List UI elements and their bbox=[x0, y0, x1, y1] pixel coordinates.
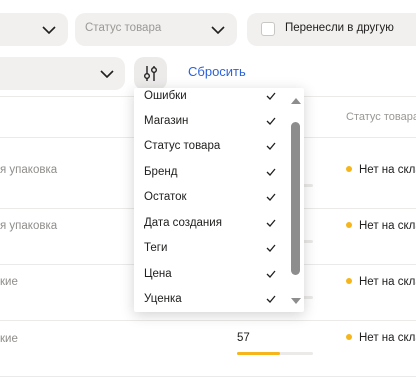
check-icon bbox=[266, 168, 276, 176]
status-dot-icon bbox=[346, 278, 352, 284]
column-settings-button[interactable] bbox=[134, 57, 167, 90]
check-icon bbox=[266, 92, 276, 100]
row-type-cell: кие bbox=[0, 333, 18, 345]
check-icon bbox=[266, 117, 276, 125]
menu-item-label: Остаток bbox=[144, 191, 187, 203]
menu-item-tags[interactable]: Теги bbox=[134, 236, 284, 261]
status-dot-icon bbox=[346, 222, 352, 228]
sliders-icon bbox=[144, 66, 157, 81]
reset-filters-link[interactable]: Сбросить bbox=[188, 64, 246, 79]
check-icon bbox=[266, 295, 276, 303]
arrow-up-icon[interactable] bbox=[291, 98, 301, 104]
menu-item-shop[interactable]: Магазин bbox=[134, 109, 284, 134]
row-type-cell: я упаковка bbox=[0, 164, 58, 176]
row-divider bbox=[0, 320, 416, 321]
status-badge: Нет на скла bbox=[346, 164, 416, 176]
menu-item-stock[interactable]: Остаток bbox=[134, 185, 284, 210]
chevron-down-icon bbox=[211, 26, 225, 34]
menu-item-label: Статус товара bbox=[144, 140, 221, 152]
status-filter-placeholder: Статус товара bbox=[85, 22, 162, 34]
check-icon bbox=[266, 142, 276, 150]
menu-item-label: Дата создания bbox=[144, 217, 222, 229]
status-badge: Нет на скла bbox=[346, 220, 416, 232]
stock-bar-fill bbox=[237, 352, 280, 355]
menu-item-brand[interactable]: Бренд bbox=[134, 160, 284, 185]
row-type-cell: я упаковка bbox=[0, 220, 58, 232]
status-filter-select[interactable]: Статус товара bbox=[75, 13, 237, 46]
row-type-cell: кие bbox=[0, 276, 18, 288]
status-column-header: Статус товара bbox=[346, 111, 416, 123]
arrow-down-icon[interactable] bbox=[291, 298, 301, 304]
menu-item-label: Ошибки bbox=[144, 90, 187, 102]
status-dot-icon bbox=[346, 166, 352, 172]
menu-item-label: Теги bbox=[144, 242, 168, 254]
menu-item-product-status[interactable]: Статус товара bbox=[134, 134, 284, 159]
chevron-down-icon bbox=[42, 26, 56, 34]
moved-checkbox[interactable] bbox=[261, 22, 275, 36]
stock-value: 57 bbox=[237, 332, 250, 344]
scrollbar-thumb[interactable] bbox=[291, 122, 300, 275]
menu-item-markdown[interactable]: Уценка bbox=[134, 287, 284, 312]
menu-item-label: Магазин bbox=[144, 115, 189, 127]
menu-item-price[interactable]: Цена bbox=[134, 262, 284, 287]
check-icon bbox=[266, 193, 276, 201]
chevron-down-icon bbox=[100, 70, 114, 78]
menu-item-label: Цена bbox=[144, 268, 172, 280]
filter-select-wide[interactable] bbox=[0, 57, 125, 90]
column-settings-menu[interactable]: Ошибки Магазин Статус товара Бренд Остат… bbox=[134, 88, 304, 312]
menu-scrollbar[interactable] bbox=[288, 88, 304, 312]
status-dot-icon bbox=[346, 334, 352, 340]
row-divider bbox=[0, 376, 416, 377]
menu-item-errors[interactable]: Ошибки bbox=[134, 88, 284, 109]
check-icon bbox=[266, 244, 276, 252]
menu-item-label: Уценка bbox=[144, 293, 182, 305]
moved-checkbox-label: Перенесли в другую bbox=[285, 22, 394, 34]
check-icon bbox=[266, 219, 276, 227]
moved-checkbox-filter[interactable]: Перенесли в другую bbox=[247, 13, 416, 46]
check-icon bbox=[266, 270, 276, 278]
filter-select-left[interactable] bbox=[0, 13, 68, 46]
status-badge: Нет на скла bbox=[346, 332, 416, 344]
menu-item-label: Бренд bbox=[144, 166, 178, 178]
menu-item-created-date[interactable]: Дата создания bbox=[134, 211, 284, 236]
status-badge: Нет на скла bbox=[346, 276, 416, 288]
